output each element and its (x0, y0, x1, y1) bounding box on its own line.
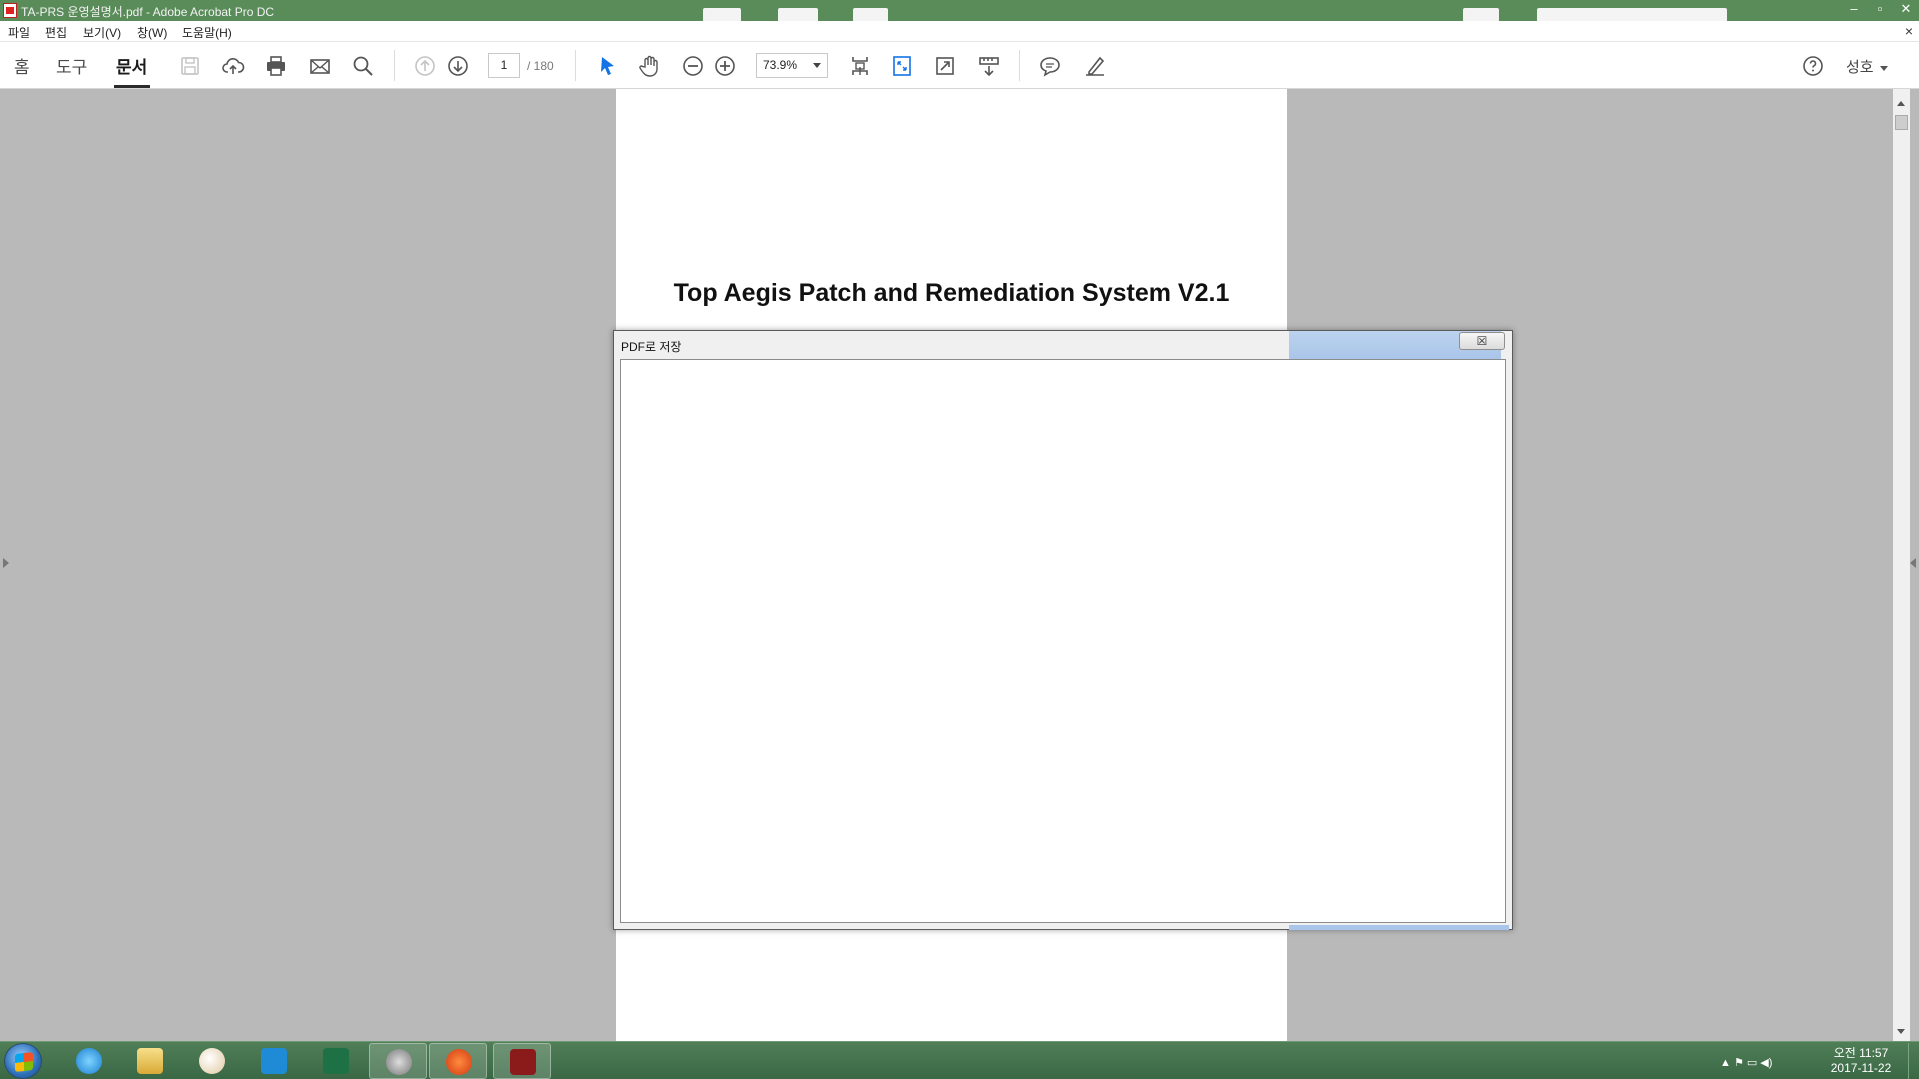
help-icon[interactable] (1801, 54, 1825, 78)
clock-time: 오전 11:57 (1833, 1046, 1889, 1060)
mail-icon[interactable] (308, 54, 332, 78)
internet-explorer-icon (76, 1048, 102, 1074)
right-panel-toggle-icon[interactable] (1910, 558, 1916, 568)
menu-view[interactable]: 보기(V) (83, 24, 121, 41)
page-up-icon[interactable] (413, 54, 437, 78)
main-toolbar: 홈 도구 문서 1 / 180 73.9% 성호 (0, 42, 1919, 89)
toolbar-divider (575, 50, 576, 81)
cloud-upload-icon[interactable] (221, 54, 245, 78)
taskbar-tool-app[interactable] (369, 1043, 427, 1079)
restore-button[interactable]: ▫ (1867, 0, 1893, 21)
windows-taskbar: ▲ ⚑ ▭ ◀) 오전 11:57 2017-11-22 (0, 1041, 1919, 1079)
close-window-button[interactable]: ✕ (1893, 0, 1919, 21)
taskbar-acrobat[interactable] (493, 1043, 551, 1079)
comment-icon[interactable] (1038, 54, 1062, 78)
pdf-file-icon (3, 3, 17, 18)
window-controls: – ▫ ✕ (1841, 0, 1919, 21)
vertical-scrollbar[interactable] (1893, 89, 1910, 1041)
scroll-mode-icon[interactable] (848, 54, 872, 78)
menu-file[interactable]: 파일 (8, 24, 30, 41)
chevron-down-icon (813, 63, 821, 68)
excel-icon (323, 1048, 349, 1074)
active-tab-indicator (114, 85, 150, 88)
user-name: 성호 (1846, 59, 1874, 76)
blurred-region (778, 8, 818, 21)
zoom-select[interactable]: 73.9% (756, 53, 828, 78)
hand-icon[interactable] (638, 54, 662, 78)
dialog-close-button[interactable]: ☒ (1459, 332, 1505, 350)
clock-date: 2017-11-22 (1830, 1061, 1892, 1075)
page-down-icon[interactable] (446, 54, 470, 78)
blurred-region (1537, 8, 1727, 21)
close-document-button[interactable]: × (1905, 23, 1913, 39)
chevron-down-icon (1879, 65, 1888, 71)
print-icon[interactable] (264, 54, 288, 78)
scroll-up-arrow-icon[interactable] (1897, 101, 1905, 106)
zoom-value: 73.9% (763, 58, 798, 72)
paint-icon (199, 1048, 225, 1074)
read-mode-icon[interactable] (977, 54, 1001, 78)
scroll-down-arrow-icon[interactable] (1897, 1029, 1905, 1034)
start-button[interactable] (4, 1043, 42, 1079)
taskbar-excel[interactable] (307, 1043, 365, 1079)
taskbar-internet-explorer[interactable] (60, 1043, 118, 1079)
menu-bar: 파일 편집 보기(V) 창(W) 도움말(H) × (0, 21, 1919, 42)
blurred-region (703, 8, 741, 21)
minimize-button[interactable]: – (1841, 0, 1867, 21)
zoom-in-icon[interactable] (713, 54, 737, 78)
tab-document[interactable]: 문서 (116, 53, 147, 78)
menu-edit[interactable]: 편집 (45, 24, 67, 41)
blurred-region (853, 8, 888, 21)
left-panel-toggle-icon[interactable] (3, 558, 9, 568)
page-number-input[interactable]: 1 (488, 53, 520, 78)
fullscreen-icon[interactable] (933, 54, 957, 78)
dialog-bottom-glass (1289, 925, 1509, 930)
toolbar-divider (1019, 50, 1020, 81)
window-title-bar: TA-PRS 운영설명서.pdf - Adobe Acrobat Pro DC … (0, 0, 1919, 21)
fit-page-icon[interactable] (890, 54, 914, 78)
taskbar-paint[interactable] (183, 1043, 241, 1079)
user-menu[interactable]: 성호 (1846, 56, 1888, 77)
search-icon[interactable] (351, 54, 375, 78)
scroll-thumb[interactable] (1895, 115, 1908, 130)
windows-logo-icon (15, 1052, 33, 1072)
select-cursor-icon[interactable] (595, 54, 619, 78)
toolbar-divider (394, 50, 395, 81)
page-total: / 180 (527, 59, 554, 73)
taskbar-mail-app[interactable] (429, 1043, 487, 1079)
show-desktop-button[interactable] (1908, 1043, 1918, 1079)
dialog-title: PDF로 저장 (621, 340, 682, 354)
save-as-pdf-dialog: PDF로 저장 ☒ (613, 330, 1513, 930)
file-explorer-icon (137, 1048, 163, 1074)
document-title: Top Aegis Patch and Remediation System V… (673, 279, 1230, 307)
taskbar-outlook[interactable] (245, 1043, 303, 1079)
tab-tools[interactable]: 도구 (56, 53, 87, 78)
taskbar-clock[interactable]: 오전 11:57 2017-11-22 (1818, 1046, 1904, 1076)
menu-help[interactable]: 도움말(H) (182, 24, 232, 41)
window-title: TA-PRS 운영설명서.pdf - Adobe Acrobat Pro DC (21, 5, 275, 19)
taskbar-file-explorer[interactable] (121, 1043, 179, 1079)
acrobat-icon (510, 1049, 536, 1075)
zoom-out-icon[interactable] (681, 54, 705, 78)
blurred-region (1463, 8, 1499, 21)
save-icon[interactable] (178, 54, 202, 78)
menu-window[interactable]: 창(W) (137, 24, 167, 41)
sign-icon[interactable] (1083, 54, 1107, 78)
dialog-content-area (620, 359, 1506, 923)
tool-icon (386, 1049, 412, 1075)
system-tray-icons[interactable]: ▲ ⚑ ▭ ◀) (1720, 1056, 1772, 1069)
mail-at-icon (446, 1049, 472, 1075)
tab-home[interactable]: 홈 (14, 53, 30, 78)
outlook-icon (261, 1048, 287, 1074)
